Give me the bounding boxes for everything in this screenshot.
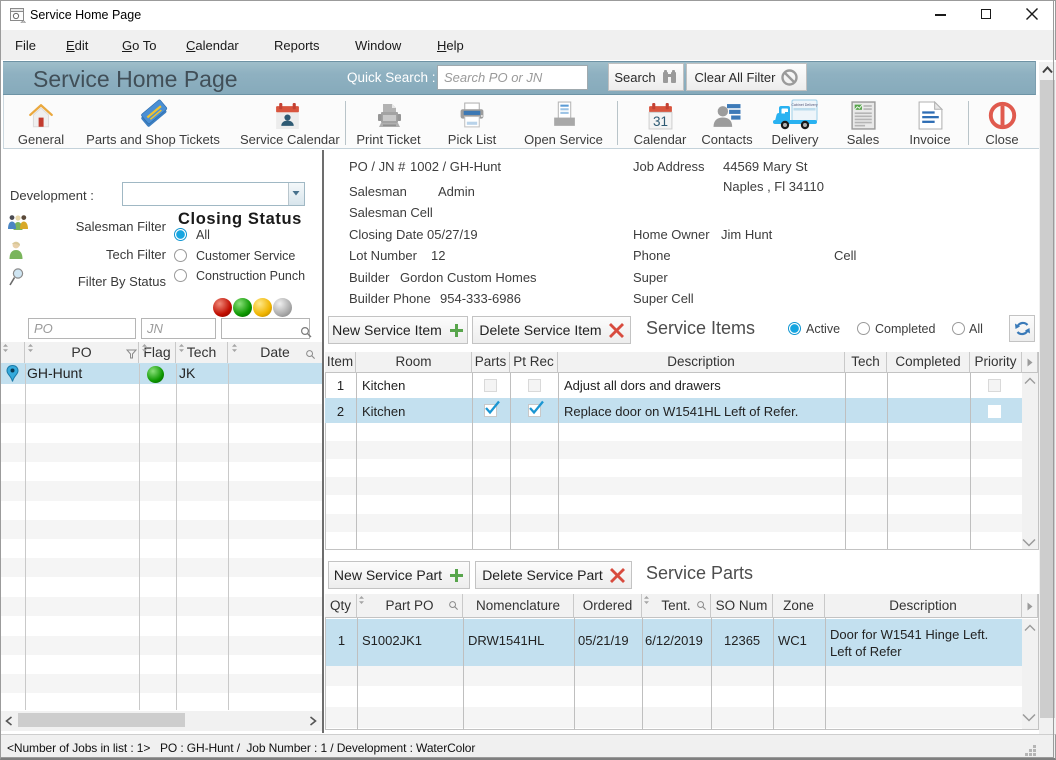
svg-text:31: 31 — [653, 114, 668, 129]
svg-text:Cabinet Delivery: Cabinet Delivery — [791, 103, 818, 107]
